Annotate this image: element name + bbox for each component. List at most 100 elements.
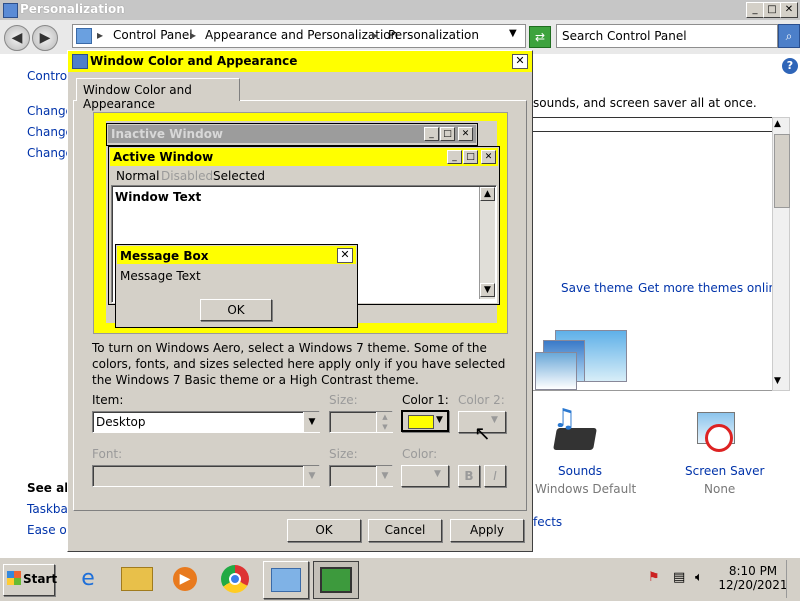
control-panel-icon: [76, 28, 92, 44]
explorer-icon[interactable]: [115, 561, 159, 597]
screen-saver-label[interactable]: Screen Saver: [685, 464, 764, 478]
show-desktop-button[interactable]: [786, 560, 799, 598]
inactive-close-button: ✕: [458, 127, 473, 141]
get-more-themes-link[interactable]: Get more themes online: [638, 281, 784, 295]
chevron-down-icon: ▼: [376, 466, 393, 486]
crumb-control-panel[interactable]: Control Panel: [113, 28, 193, 42]
chevron-down-icon: ▼: [491, 415, 498, 425]
preview-scroll-up-icon: ▲: [480, 187, 495, 201]
scroll-down-icon[interactable]: ▼: [774, 376, 781, 386]
message-box: Message Box ✕ Message Text OK: [115, 244, 358, 328]
active-close-button: ✕: [481, 150, 496, 164]
media-player-icon[interactable]: ▶: [163, 561, 207, 597]
menu-disabled: Disabled: [161, 169, 214, 183]
color1-picker[interactable]: ▼: [401, 410, 449, 432]
font-color-picker: ▼: [401, 465, 449, 487]
message-box-close-icon: ✕: [337, 248, 353, 263]
sounds-icon[interactable]: ♫: [551, 404, 601, 458]
clock[interactable]: 8:10 PM 12/20/2021: [712, 564, 794, 592]
screen-saver-sub: None: [704, 482, 736, 496]
crumb-separator: ▸: [190, 28, 197, 42]
chevron-down-icon: ▼: [434, 469, 441, 479]
sounds-sub: Windows Default: [535, 482, 637, 496]
scroll-up-icon[interactable]: ▲: [774, 119, 781, 129]
ie-icon[interactable]: e: [66, 561, 110, 597]
taskbar-link[interactable]: Taskbar: [27, 502, 73, 516]
dialog-close-button[interactable]: ✕: [512, 54, 528, 69]
maximize-button[interactable]: □: [763, 2, 781, 18]
chevron-down-icon[interactable]: ▼: [436, 415, 443, 425]
clock-time: 8:10 PM: [728, 564, 778, 578]
font-size-label: Size:: [329, 447, 358, 461]
left-link-control[interactable]: Control: [27, 69, 70, 83]
windows-logo-icon: [7, 571, 21, 585]
start-button[interactable]: Start: [3, 564, 58, 596]
mouse-cursor-icon: ↖: [474, 421, 491, 445]
active-maximize-button: □: [463, 150, 478, 164]
sounds-label[interactable]: Sounds: [558, 464, 602, 478]
message-text: Message Text: [120, 269, 201, 283]
window-color-dialog: Window Color and Appearance ✕ Window Col…: [67, 50, 533, 552]
dialog-title: Window Color and Appearance: [90, 54, 298, 68]
theme-thumbnail[interactable]: [535, 330, 630, 390]
apply-button[interactable]: Apply: [450, 519, 524, 542]
forward-button[interactable]: ▶: [32, 25, 58, 51]
intro-text: sounds, and screen saver all at once.: [533, 96, 757, 110]
dialog-title-bar: Window Color and Appearance ✕: [68, 51, 532, 72]
italic-button: I: [484, 465, 506, 487]
minimize-button[interactable]: _: [746, 2, 764, 18]
color2-label: Color 2:: [458, 393, 505, 407]
item-label: Item:: [92, 393, 124, 407]
inactive-minimize-button: _: [424, 127, 439, 141]
search-input[interactable]: Search Control Panel: [556, 24, 778, 48]
window-icon: [3, 3, 18, 18]
font-color-label: Color:: [402, 447, 438, 461]
search-icon[interactable]: ⌕: [778, 24, 800, 48]
item-dropdown[interactable]: Desktop ▼: [92, 411, 320, 433]
outer-title: Personalization: [20, 2, 125, 16]
volume-icon[interactable]: 🔈︎: [695, 570, 703, 585]
personalization-icon[interactable]: [313, 561, 359, 599]
aero-info-text: To turn on Windows Aero, select a Window…: [92, 341, 506, 387]
ease-of-access-link[interactable]: Ease of: [27, 523, 71, 537]
flag-icon[interactable]: ⚑: [648, 570, 660, 585]
color1-swatch: [408, 415, 434, 429]
screen-saver-icon[interactable]: [693, 408, 739, 456]
help-icon[interactable]: ?: [782, 58, 798, 74]
tab-window-color[interactable]: Window Color and Appearance: [76, 78, 240, 111]
preview-scroll-down-icon: ▼: [480, 283, 495, 297]
scroll-thumb[interactable]: [774, 134, 790, 208]
bold-button: B: [458, 465, 480, 487]
message-box-title: Message Box: [120, 249, 209, 263]
inactive-title: Inactive Window: [111, 127, 224, 141]
save-theme-link[interactable]: Save theme: [561, 281, 633, 295]
crumb-separator: ▸: [97, 28, 104, 42]
clock-date: 12/20/2021: [718, 578, 788, 592]
ok-button[interactable]: OK: [287, 519, 361, 542]
outer-title-bar: Personalization _ □ ✕: [0, 0, 800, 20]
control-panel-icon[interactable]: [263, 561, 309, 599]
effects-link[interactable]: fects: [533, 515, 562, 529]
close-button[interactable]: ✕: [780, 2, 798, 18]
size-spinner: ▲ ▼: [329, 411, 393, 433]
start-label: Start: [23, 572, 58, 586]
menu-selected: Selected: [213, 169, 266, 183]
network-icon[interactable]: ▤: [673, 570, 685, 585]
refresh-icon[interactable]: ⇄: [529, 26, 551, 48]
chevron-down-icon[interactable]: ▼: [303, 412, 320, 432]
chevron-down-icon[interactable]: ▼: [509, 28, 517, 39]
crumb-appearance[interactable]: Appearance and Personalization: [205, 28, 398, 42]
spinner-up-icon: ▲: [376, 412, 393, 422]
active-title: Active Window: [113, 150, 214, 164]
chrome-icon[interactable]: [213, 561, 257, 597]
font-label: Font:: [92, 447, 123, 461]
monitor-icon: [72, 54, 88, 69]
size-label: Size:: [329, 393, 358, 407]
scrollbar[interactable]: ▲ ▼: [772, 117, 790, 391]
font-dropdown: ▼: [92, 465, 320, 487]
back-button[interactable]: ◀: [4, 25, 30, 51]
crumb-personalization[interactable]: Personalization: [388, 28, 479, 42]
address-bar[interactable]: ▸ Control Panel ▸ Appearance and Persona…: [72, 24, 526, 48]
menu-normal: Normal: [116, 169, 160, 183]
cancel-button[interactable]: Cancel: [368, 519, 442, 542]
